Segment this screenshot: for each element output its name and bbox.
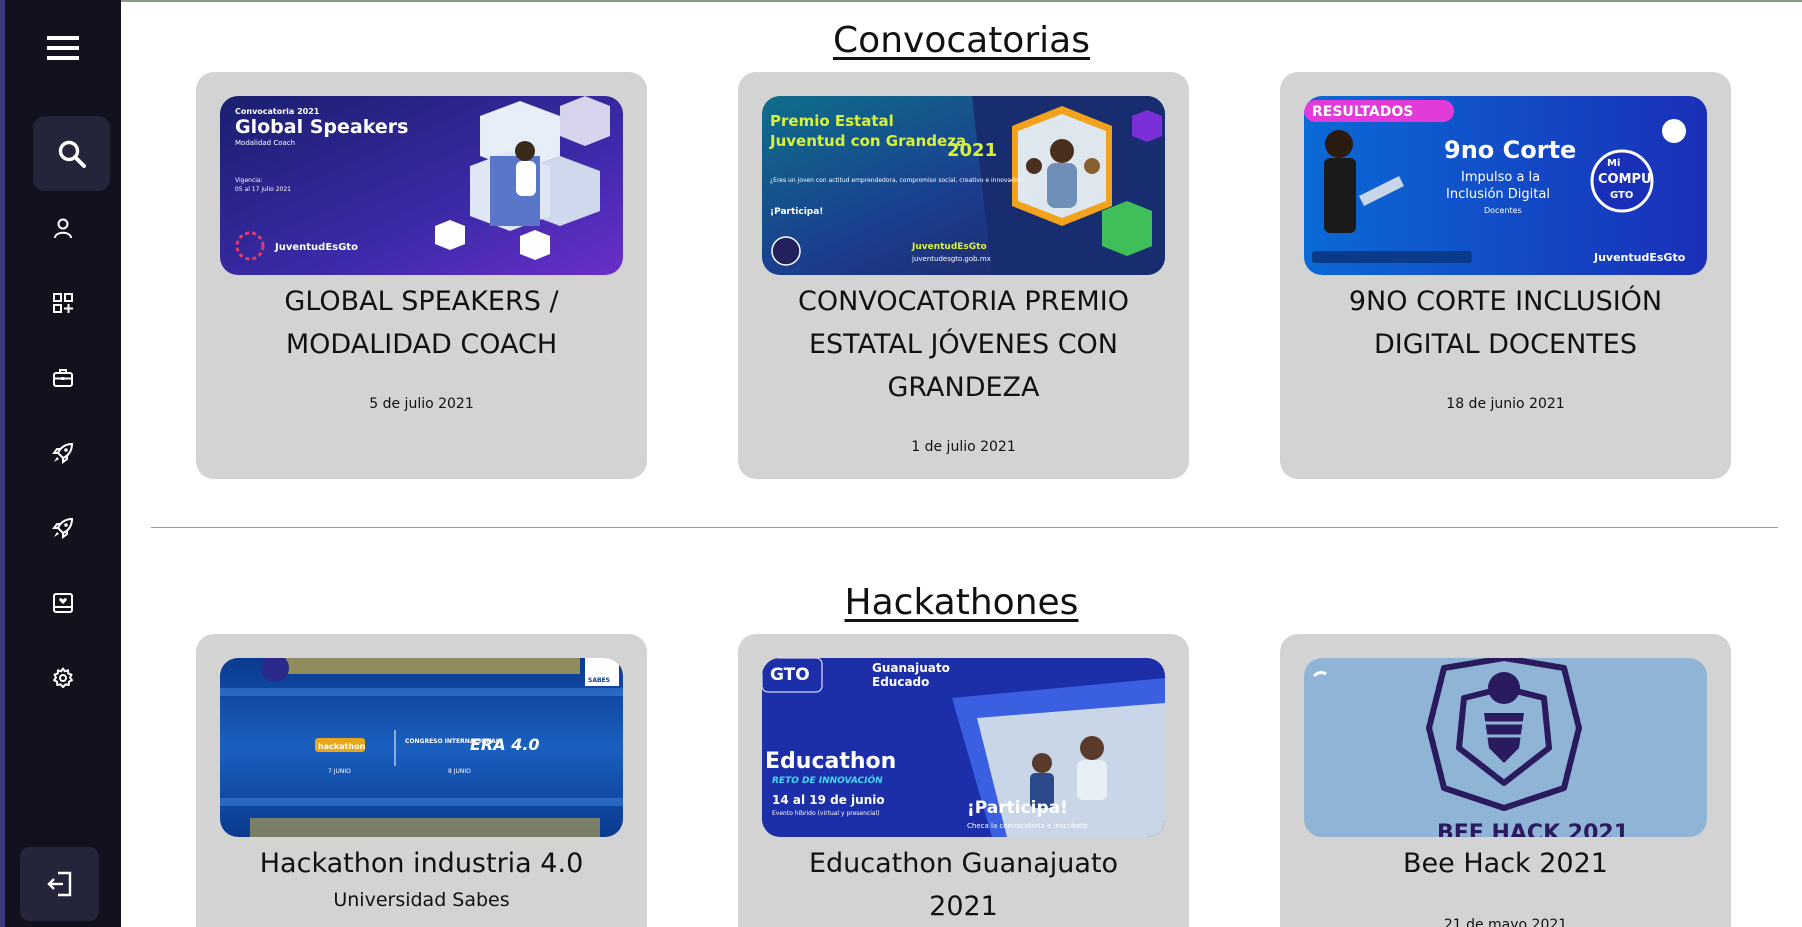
briefcase-icon	[53, 369, 73, 387]
image-state-title2: Educado	[872, 675, 929, 689]
image-cta: ¡Participa!	[770, 207, 823, 217]
sidebar	[0, 0, 121, 927]
hackathons-button[interactable]	[5, 512, 121, 544]
rocket-icon	[52, 517, 74, 539]
apps-button[interactable]	[5, 287, 121, 319]
menu-icon	[47, 36, 79, 60]
card-image[interactable]: Convocatoria 2021 Global Speakers Modali…	[220, 96, 623, 275]
search-icon	[58, 140, 86, 168]
card-9no-corte[interactable]: RESULTADOS 9no Corte Impulso a la Inclus…	[1280, 72, 1731, 479]
image-sabes: SABES	[588, 677, 610, 684]
card-subtitle: Universidad Sabes	[333, 889, 510, 911]
image-headline1: Premio Estatal	[770, 112, 894, 130]
image-label: Convocatoria 2021	[235, 107, 320, 116]
card-date: 18 de junio 2021	[1446, 396, 1565, 412]
image-line1: Impulso a la	[1461, 170, 1540, 185]
image-reto: RETO DE INNOVACIÓN	[772, 774, 883, 786]
user-icon	[54, 218, 72, 239]
image-state-title1: Guanajuato	[872, 661, 950, 675]
image-date-right: 8 JUNIO	[448, 768, 471, 775]
image-dates: 14 al 19 de junio	[772, 793, 885, 807]
image-brand: JuventudEsGto	[911, 242, 987, 252]
image-url: juventudesgto.gob.mx	[911, 255, 991, 263]
rocket-icon	[52, 442, 74, 464]
logout-icon	[46, 871, 71, 897]
card-image[interactable]: BEE HACK 2021	[1304, 658, 1707, 837]
section-title-convocatorias: Convocatorias	[833, 20, 1090, 61]
search-button[interactable]	[33, 116, 110, 191]
image-vigencia-range: 05 al 17 julio 2021	[235, 186, 291, 193]
image-brand: JuventudEsGto	[274, 242, 358, 253]
image-gto: GTO	[770, 665, 810, 685]
section-title-hackathones: Hackathones	[844, 582, 1079, 623]
image-line2: Inclusión Digital	[1446, 187, 1550, 202]
card-title: Educathon Guanajuato 2021	[808, 848, 1119, 922]
card-title: CONVOCATORIA PREMIO ESTATAL JÓVENES CON …	[798, 286, 1129, 403]
image-year: 2021	[947, 140, 997, 161]
apps-add-icon	[53, 293, 73, 313]
main-content: Convocatorias Convocatoria 2021 Global S…	[121, 0, 1802, 927]
card-educathon[interactable]: GTO Guanajuato Educado Educathon RETO DE…	[738, 634, 1189, 927]
image-cta-sub: Checa la convocatoria e inscríbete	[967, 822, 1088, 830]
logo-line3: GTO	[1610, 190, 1633, 201]
card-global-speakers[interactable]: Convocatoria 2021 Global Speakers Modali…	[196, 72, 647, 479]
profile-button[interactable]	[5, 212, 121, 244]
image-headline: Global Speakers	[235, 116, 408, 138]
card-title: Bee Hack 2021	[1403, 848, 1608, 879]
card-image[interactable]: Premio Estatal Juventud con Grandeza 202…	[762, 96, 1165, 275]
image-headline: 9no Corte	[1444, 136, 1576, 164]
card-date: 21 de mayo 2021	[1443, 917, 1568, 927]
image-badge: RESULTADOS	[1312, 104, 1413, 120]
jobs-button[interactable]	[5, 362, 121, 394]
gear-icon	[53, 667, 73, 688]
logout-button[interactable]	[20, 847, 99, 921]
image-brand: JuventudEsGto	[1593, 251, 1686, 264]
image-cta: ¡Participa!	[967, 798, 1068, 818]
inbox-heart-icon	[53, 593, 73, 613]
favorites-button[interactable]	[5, 587, 121, 619]
image-event: Educathon	[765, 749, 896, 774]
card-hackathon-industria[interactable]: SABES hackathon CONGRESO INTERNACIONAL E…	[196, 634, 647, 927]
image-caption: BEE HACK 2021	[1437, 821, 1629, 837]
logo-line1: Mi	[1607, 158, 1620, 169]
image-mode: Evento híbrido (virtual y presencial)	[772, 810, 880, 817]
image-vigencia: Vigencia:	[235, 177, 263, 184]
card-date: 1 de julio 2021	[911, 439, 1016, 455]
card-image[interactable]: RESULTADOS 9no Corte Impulso a la Inclus…	[1304, 96, 1707, 275]
card-title: Hackathon industria 4.0	[259, 848, 584, 879]
card-premio-estatal[interactable]: Premio Estatal Juventud con Grandeza 202…	[738, 72, 1189, 479]
card-image[interactable]: SABES hackathon CONGRESO INTERNACIONAL E…	[220, 658, 623, 837]
image-line3: Docentes	[1484, 206, 1522, 215]
image-hackathon-label: hackathon	[318, 742, 366, 751]
menu-button[interactable]	[5, 24, 121, 72]
image-question: ¿Eres un joven con actitud emprendedora,…	[770, 177, 1024, 184]
card-title: GLOBAL SPEAKERS / MODALIDAD COACH	[284, 286, 559, 360]
calls-button[interactable]	[5, 437, 121, 469]
card-image[interactable]: GTO Guanajuato Educado Educathon RETO DE…	[762, 658, 1165, 837]
section-divider	[151, 527, 1778, 528]
image-sub: Modalidad Coach	[235, 139, 295, 147]
image-era: ERA 4.0	[470, 735, 540, 754]
image-headline2: Juventud con Grandeza	[769, 132, 966, 150]
card-bee-hack[interactable]: BEE HACK 2021 Bee Hack 2021 21 de mayo 2…	[1280, 634, 1731, 927]
card-date: 5 de julio 2021	[369, 396, 474, 412]
logo-line2: COMPU	[1598, 172, 1652, 187]
settings-button[interactable]	[5, 662, 121, 694]
card-title: 9NO CORTE INCLUSIÓN DIGITAL DOCENTES	[1348, 286, 1663, 360]
image-date-left: 7 JUNIO	[328, 768, 351, 775]
